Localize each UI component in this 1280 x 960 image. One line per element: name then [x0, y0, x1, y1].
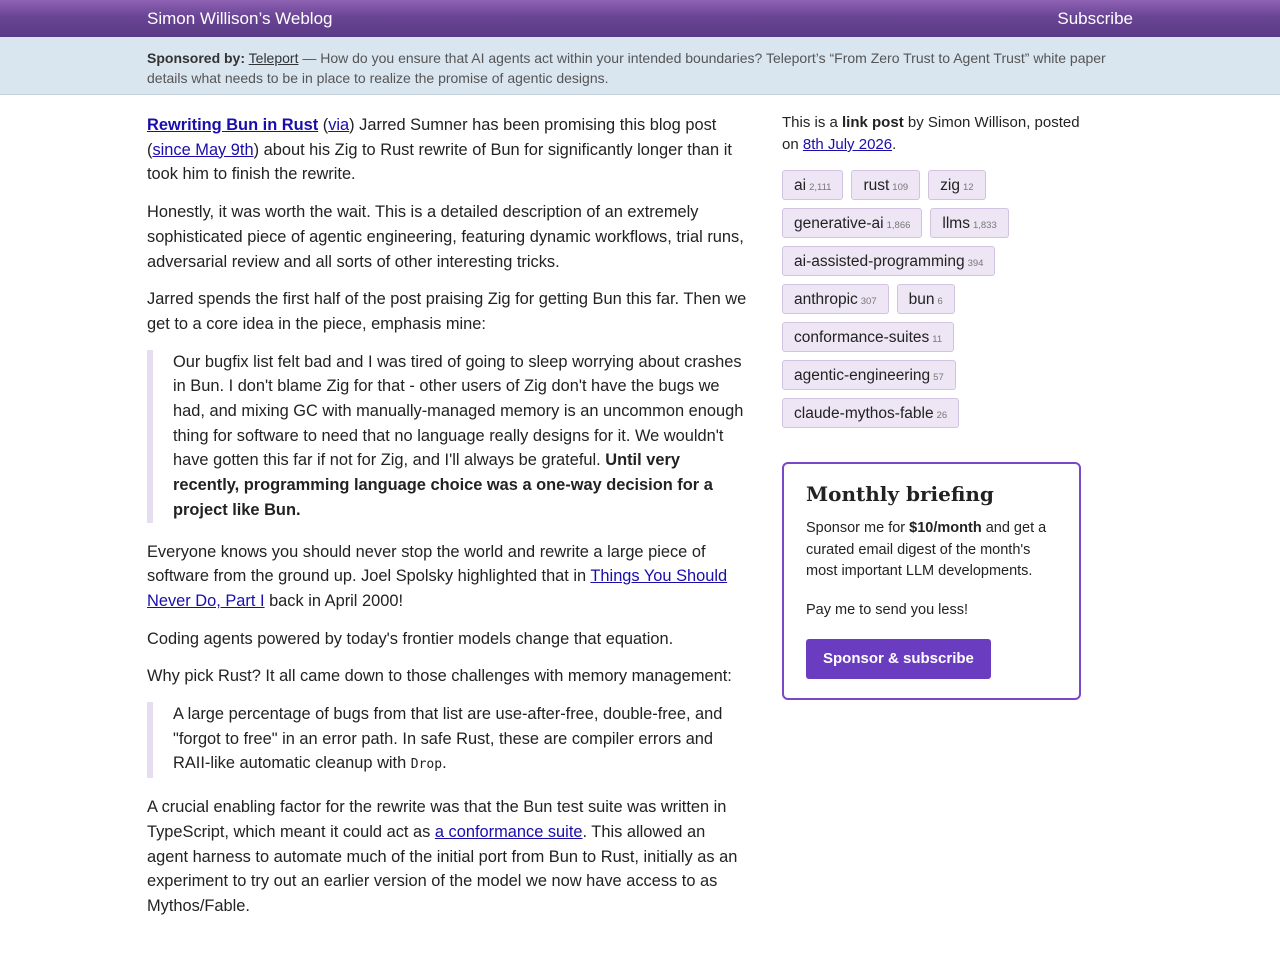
tag-name: zig: [940, 177, 960, 194]
tag-name: rust: [863, 177, 890, 194]
post-date-link[interactable]: 8th July 2026: [803, 136, 892, 153]
sponsor-subscribe-button[interactable]: Sponsor & subscribe: [806, 639, 991, 679]
post-title-link[interactable]: Rewriting Bun in Rust: [147, 116, 318, 134]
tag-count: 26: [936, 410, 948, 421]
post-paragraph-3: Jarred spends the first half of the post…: [147, 290, 747, 333]
site-header: Simon Willison’s Weblog Subscribe: [0, 0, 1280, 37]
post-paragraph-4: Everyone knows you should never stop the…: [147, 540, 747, 614]
tag-count: 57: [933, 372, 944, 383]
tag-count: 11: [932, 334, 943, 345]
text: (: [318, 116, 329, 134]
tag-count: 1,833: [972, 220, 997, 231]
post-paragraph-5: Coding agents powered by today's frontie…: [147, 629, 674, 648]
blockquote-2: A large percentage of bugs from that lis…: [147, 702, 747, 779]
via-link[interactable]: via: [328, 116, 349, 134]
text: This is a: [782, 114, 843, 131]
site-title-link[interactable]: Simon Willison’s Weblog: [147, 9, 333, 29]
tag-llms[interactable]: llms 1,833: [930, 208, 1009, 238]
conformance-suite-link[interactable]: a conformance suite: [435, 823, 583, 841]
text: .: [892, 136, 897, 153]
tag-count: 12: [962, 182, 974, 193]
blockquote-1: Our bugfix list felt bad and I was tired…: [147, 349, 747, 523]
briefing-title: Monthly briefing: [806, 482, 994, 506]
tag-name: bun: [908, 291, 935, 308]
post-paragraph-2: Honestly, it was worth the wait. This is…: [147, 203, 744, 271]
sponsor-banner: Sponsored by: Teleport — How do you ensu…: [0, 37, 1280, 95]
tag-name: agentic-engineering: [794, 367, 931, 384]
tag-name: llms: [942, 215, 970, 232]
post-paragraph-7: A crucial enabling factor for the rewrit…: [147, 795, 747, 919]
tag-name: ai-assisted-programming: [794, 253, 965, 270]
text: A large percentage of bugs from that lis…: [173, 705, 723, 773]
tag-list: ai 2,111 rust 109 zig 12 generative-ai 1,866…: [782, 170, 1072, 428]
sponsor-label: Sponsored by:: [147, 50, 246, 66]
link-post-label: link post: [842, 114, 904, 131]
tag-ai-assisted-programming[interactable]: ai-assisted-programming 394: [782, 246, 996, 276]
tag-count: 6: [937, 296, 943, 307]
tag-rust[interactable]: rust 109: [851, 170, 921, 200]
tag-name: claude-mythos-fable: [794, 405, 934, 422]
briefing-tagline: Pay me to send you less!: [806, 601, 968, 618]
post-paragraph-1: Rewriting Bun in Rust (via) Jarred Sumne…: [147, 113, 747, 187]
text: back in April 2000!: [264, 591, 404, 610]
post-paragraph-6: Why pick Rust? It all came down to those…: [147, 667, 732, 686]
tag-bun[interactable]: bun 6: [896, 284, 955, 314]
tag-conformance-suites[interactable]: conformance-suites 11: [782, 322, 955, 352]
quote-text: Our bugfix list felt bad and I was tired…: [173, 350, 747, 523]
text: Sponsor me for: [806, 520, 910, 536]
tag-count: 109: [892, 182, 909, 193]
sponsor-link[interactable]: Teleport: [249, 50, 299, 66]
tag-name: ai: [794, 177, 807, 194]
tag-name: generative-ai: [794, 215, 884, 232]
sidebar: This is a link post by Simon Willison, p…: [782, 112, 1082, 700]
tag-ai[interactable]: ai 2,111: [782, 170, 844, 200]
tag-anthropic[interactable]: anthropic 307: [782, 284, 889, 314]
post-meta: This is a link post by Simon Willison, p…: [782, 112, 1082, 156]
tag-agentic-engineering[interactable]: agentic-engineering 57: [782, 360, 956, 390]
tag-name: anthropic: [794, 291, 858, 308]
tag-count: 2,111: [809, 182, 832, 193]
tag-count: 394: [967, 258, 984, 269]
since-link[interactable]: since May 9th: [152, 141, 253, 159]
tag-zig[interactable]: zig 12: [928, 170, 986, 200]
tag-claude-mythos-fable[interactable]: claude-mythos-fable 26: [782, 398, 960, 428]
tag-count: 1,866: [886, 220, 911, 231]
briefing-description: Sponsor me for $10/month and get a curat…: [806, 518, 1057, 583]
briefing-price: $10/month: [909, 520, 982, 536]
sponsor-text: Sponsored by: Teleport — How do you ensu…: [147, 48, 1147, 88]
monthly-briefing-box: Monthly briefing Sponsor me for $10/mont…: [782, 462, 1081, 700]
tag-count: 307: [860, 296, 877, 307]
post-content: Rewriting Bun in Rust (via) Jarred Sumne…: [147, 113, 747, 932]
inline-code: Drop: [410, 757, 443, 773]
subscribe-link[interactable]: Subscribe: [1057, 9, 1133, 29]
text: .: [442, 754, 447, 773]
tag-name: conformance-suites: [794, 329, 930, 346]
quote-text: A large percentage of bugs from that lis…: [173, 702, 747, 778]
tag-generative-ai[interactable]: generative-ai 1,866: [782, 208, 923, 238]
